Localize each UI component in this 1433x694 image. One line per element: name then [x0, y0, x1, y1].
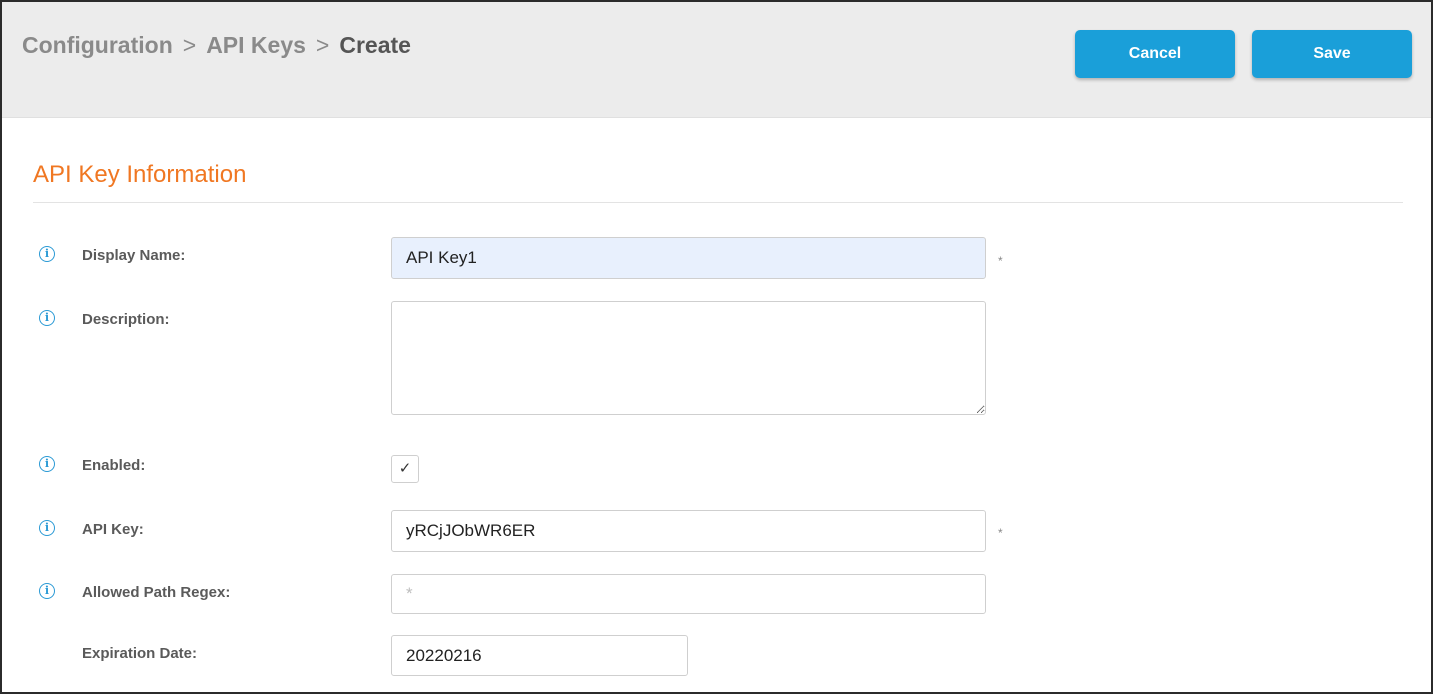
breadcrumb: Configuration > API Keys > Create	[22, 32, 411, 59]
description-label: Description:	[82, 311, 170, 328]
description-field[interactable]	[391, 301, 986, 415]
api-key-label: API Key:	[82, 521, 144, 538]
required-marker: *	[998, 254, 1003, 268]
info-icon[interactable]: i	[39, 456, 55, 472]
info-icon[interactable]: i	[39, 583, 55, 599]
enabled-label: Enabled:	[82, 457, 146, 474]
cancel-button[interactable]: Cancel	[1075, 30, 1235, 78]
api-key-field[interactable]	[391, 510, 986, 552]
breadcrumb-separator: >	[315, 32, 330, 58]
allowed-path-regex-label: Allowed Path Regex:	[82, 584, 231, 601]
breadcrumb-item-configuration[interactable]: Configuration	[22, 32, 173, 58]
save-button[interactable]: Save	[1252, 30, 1412, 78]
app-frame: Configuration > API Keys > Create Cancel Sav…	[0, 0, 1433, 694]
display-name-label: Display Name:	[82, 247, 186, 264]
section-title: API Key Information	[33, 161, 247, 188]
info-icon[interactable]: i	[39, 310, 55, 326]
breadcrumb-item-api-keys[interactable]: API Keys	[206, 32, 306, 58]
page-header: Configuration > API Keys > Create Cancel Sav…	[2, 2, 1431, 118]
allowed-path-regex-field[interactable]	[391, 574, 986, 614]
enabled-checkbox[interactable]: ✓	[391, 455, 419, 483]
display-name-field[interactable]	[391, 237, 986, 279]
section-divider	[33, 202, 1403, 203]
expiration-date-label: Expiration Date:	[82, 645, 198, 662]
expiration-date-field[interactable]	[391, 635, 688, 676]
required-marker: *	[998, 526, 1003, 540]
breadcrumb-separator: >	[182, 32, 197, 58]
info-icon[interactable]: i	[39, 246, 55, 262]
info-icon[interactable]: i	[39, 520, 55, 536]
breadcrumb-item-create: Create	[339, 32, 411, 58]
